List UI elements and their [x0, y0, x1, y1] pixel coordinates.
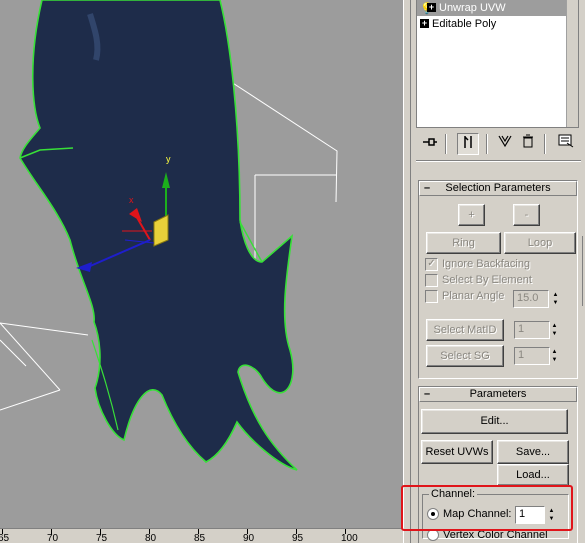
- rollout-title: Parameters: [469, 388, 527, 400]
- select-by-element-checkbox[interactable]: Select By Element: [425, 274, 532, 288]
- checkbox-label: Select By Element: [442, 274, 532, 286]
- ruler-label: 85: [194, 533, 206, 543]
- select-matid-spinner[interactable]: 1 ▲ ▼: [514, 321, 559, 339]
- edit-button[interactable]: Edit...: [421, 409, 568, 434]
- selection-parameters-rollout: – Selection Parameters + - Ring Loop ✓ I…: [418, 180, 578, 379]
- time-ruler[interactable]: 65 70 75 80 85 90 95 100: [0, 528, 403, 543]
- channel-highlight-box: [401, 485, 573, 531]
- stack-item-unwrap-uvw[interactable]: 💡 + Unwrap UVW: [417, 0, 578, 16]
- toolbar-separator: [445, 134, 447, 154]
- ring-button[interactable]: Ring: [426, 232, 501, 254]
- configure-modifier-sets-icon[interactable]: [555, 133, 577, 155]
- rollout-title: Selection Parameters: [445, 182, 551, 194]
- gizmo-y-label: y: [166, 154, 171, 164]
- select-matid-button[interactable]: Select MatID: [426, 319, 504, 341]
- ruler-label: 75: [96, 533, 108, 543]
- ruler-label: 95: [292, 533, 304, 543]
- save-button[interactable]: Save...: [497, 440, 569, 464]
- vertex-color-channel-radio[interactable]: Vertex Color Channel: [427, 529, 548, 543]
- planar-angle-checkbox[interactable]: Planar Angle: [425, 290, 504, 304]
- stack-toolbar: [416, 132, 581, 156]
- ruler-label: 65: [0, 533, 10, 543]
- ruler-label: 70: [47, 533, 59, 543]
- checkbox-box: [425, 290, 438, 303]
- select-sg-button[interactable]: Select SG: [426, 345, 504, 367]
- shrink-selection-button[interactable]: -: [513, 204, 540, 226]
- stack-item-editable-poly[interactable]: + Editable Poly: [417, 16, 578, 32]
- grow-selection-button[interactable]: +: [458, 204, 485, 226]
- load-button[interactable]: Load...: [497, 464, 569, 486]
- show-end-result-icon[interactable]: [457, 133, 479, 155]
- modifier-stack-list[interactable]: 💡 + Unwrap UVW + Editable Poly: [416, 0, 579, 128]
- perspective-viewport[interactable]: x y 65 70 75 80 85 90 95 100: [0, 0, 403, 543]
- stack-scrollbar[interactable]: [566, 0, 578, 127]
- viewport-panel-splitter[interactable]: [403, 0, 411, 543]
- panel-scrollbar-thumb[interactable]: [577, 236, 583, 306]
- reset-uvws-button[interactable]: Reset UVWs: [421, 440, 493, 464]
- ruler-label: 80: [145, 533, 157, 543]
- select-matid-field[interactable]: 1: [514, 321, 550, 339]
- selection-parameters-header[interactable]: – Selection Parameters: [419, 181, 577, 196]
- checkbox-label: Ignore Backfacing: [442, 258, 531, 270]
- spinner-arrows-icon[interactable]: ▲ ▼: [550, 348, 559, 364]
- loop-button[interactable]: Loop: [504, 232, 576, 254]
- planar-angle-spinner[interactable]: 15.0 ▲ ▼: [513, 290, 573, 308]
- ruler-label: 90: [243, 533, 255, 543]
- checkbox-box: [425, 274, 438, 287]
- viewport-scene: x y: [0, 0, 338, 471]
- stack-item-label: Editable Poly: [432, 18, 497, 30]
- collapse-icon: –: [424, 182, 431, 194]
- panel-divider: [416, 160, 581, 162]
- toolbar-separator: [544, 134, 546, 154]
- ruler-label: 100: [341, 533, 358, 543]
- gizmo-x-label: x: [129, 195, 134, 205]
- checkbox-label: Planar Angle: [442, 290, 505, 302]
- modify-command-panel: 💡 + Unwrap UVW + Editable Poly: [401, 0, 585, 543]
- spinner-arrows-icon[interactable]: ▲ ▼: [550, 322, 559, 338]
- collapse-icon: –: [424, 388, 431, 400]
- checkmark-icon: ✓: [425, 258, 438, 271]
- ignore-backfacing-checkbox[interactable]: ✓ Ignore Backfacing: [425, 258, 530, 272]
- parameters-header[interactable]: – Parameters: [419, 387, 577, 402]
- make-unique-icon[interactable]: [494, 133, 516, 155]
- select-sg-field[interactable]: 1: [514, 347, 550, 365]
- stack-item-label: Unwrap UVW: [439, 2, 506, 14]
- planar-angle-field[interactable]: 15.0: [513, 290, 549, 308]
- pin-stack-icon[interactable]: [419, 133, 441, 155]
- expand-icon[interactable]: +: [420, 19, 429, 28]
- toolbar-separator: [486, 134, 488, 154]
- expand-icon[interactable]: +: [427, 3, 436, 12]
- select-sg-spinner[interactable]: 1 ▲ ▼: [514, 347, 559, 365]
- spinner-arrows-icon[interactable]: ▲ ▼: [551, 291, 560, 307]
- remove-modifier-icon[interactable]: [517, 133, 539, 155]
